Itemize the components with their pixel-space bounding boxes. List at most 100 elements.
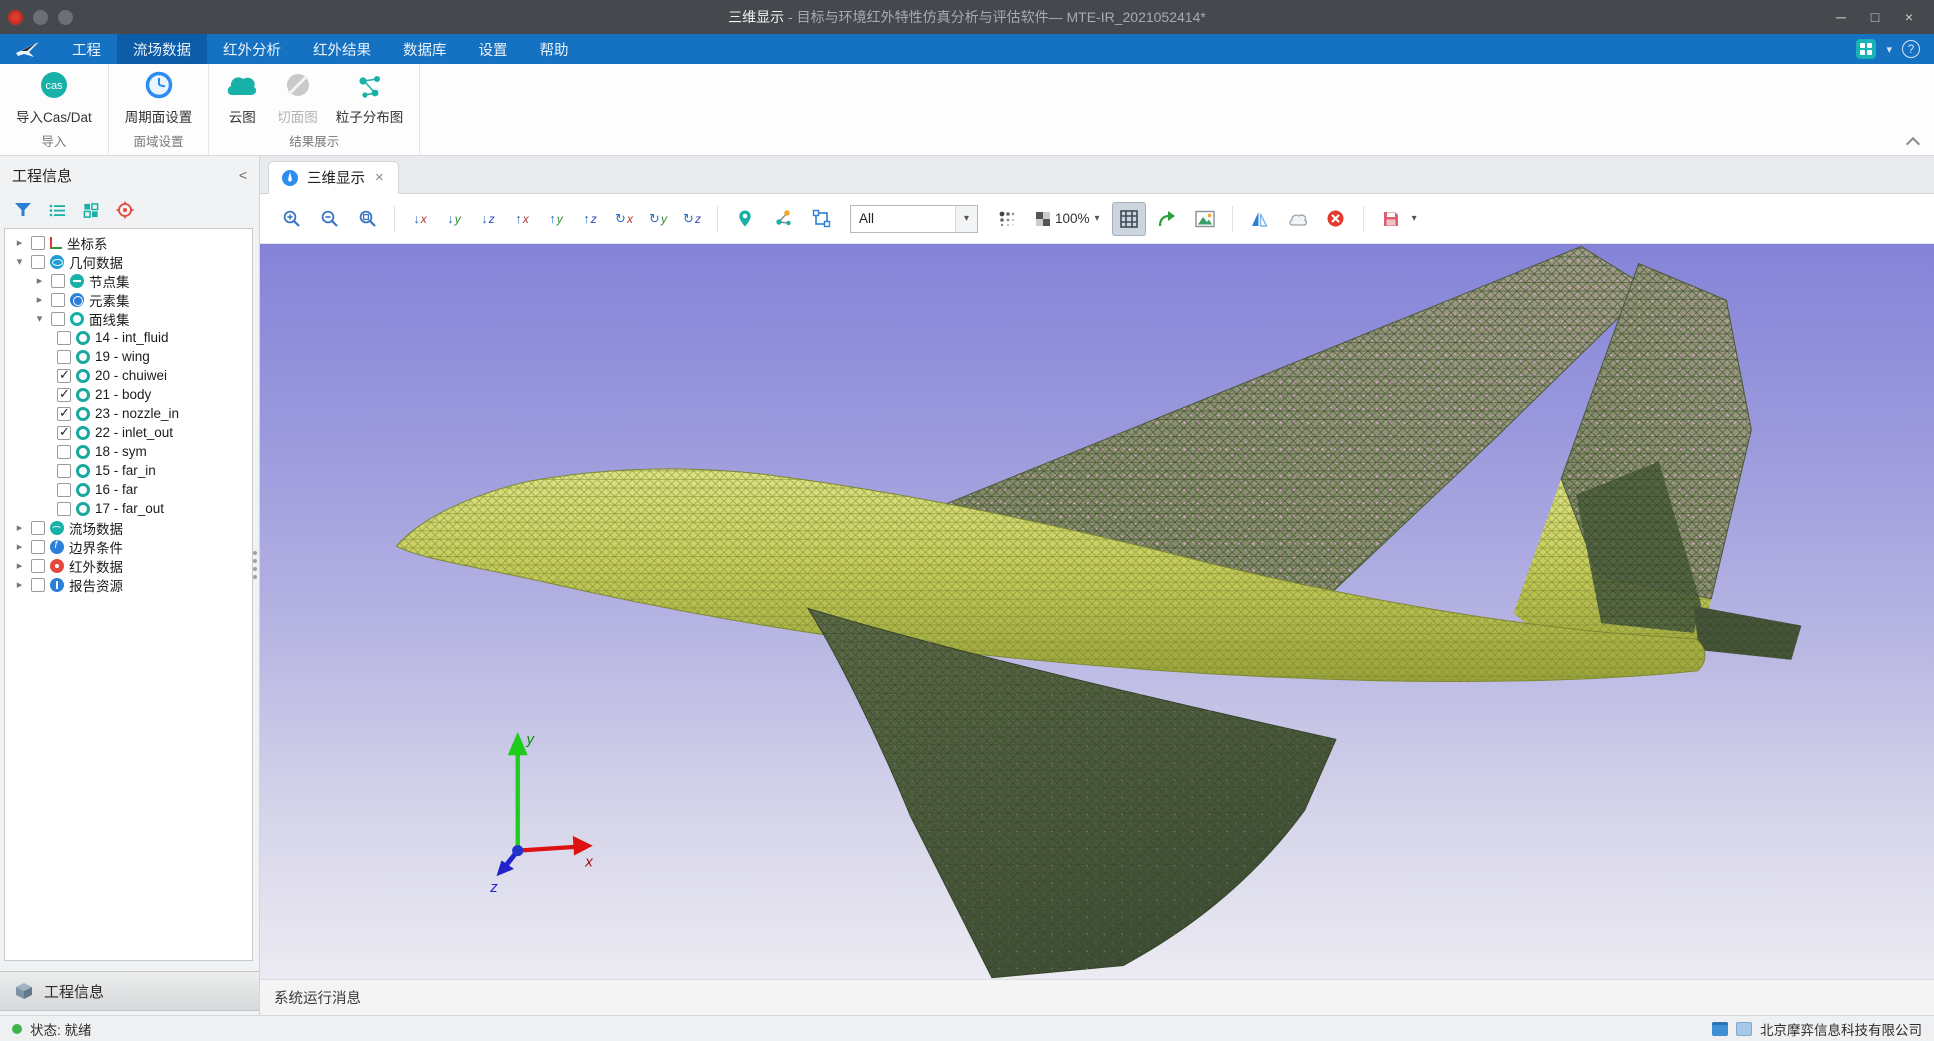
view-down-x-button[interactable]: ↓x xyxy=(405,202,435,236)
view-up-x-button[interactable]: ↑x xyxy=(507,202,537,236)
minimize-button[interactable]: ─ xyxy=(1824,3,1858,31)
menu-item-ir-results[interactable]: 红外结果 xyxy=(297,34,387,64)
checkbox[interactable] xyxy=(31,236,45,250)
clear-cancel-button[interactable] xyxy=(1319,202,1353,236)
probe-pin-button[interactable] xyxy=(728,202,762,236)
combo-caret-icon[interactable]: ▾ xyxy=(955,206,977,232)
expander-icon[interactable]: ▸ xyxy=(13,236,26,249)
checkbox[interactable] xyxy=(51,274,65,288)
tree-item-face-set[interactable]: ▾ 面线集 xyxy=(5,309,252,328)
grid-toggle-button[interactable] xyxy=(1112,202,1146,236)
help-icon[interactable]: ? xyxy=(1902,40,1920,58)
tree-item-infrared-data[interactable]: ▸ 红外数据 xyxy=(5,556,252,575)
checkbox[interactable] xyxy=(57,369,71,383)
tree-item-boundary-conditions[interactable]: ▸ 边界条件 xyxy=(5,537,252,556)
mirror-button[interactable] xyxy=(1243,202,1277,236)
checkbox[interactable] xyxy=(31,578,45,592)
expander-icon[interactable]: ▸ xyxy=(13,559,26,572)
tree-item-flowfield-data[interactable]: ▸ 流场数据 xyxy=(5,518,252,537)
app-menu-button[interactable] xyxy=(33,10,48,25)
view-up-z-button[interactable]: ↑z xyxy=(575,202,605,236)
zoom-level-control[interactable]: 100% ▾ xyxy=(1028,203,1108,235)
expander-icon[interactable]: ▾ xyxy=(13,255,26,268)
expander-icon[interactable]: ▸ xyxy=(13,521,26,534)
box-select-button[interactable] xyxy=(804,202,838,236)
tree-item-element-set[interactable]: ▸ 元素集 xyxy=(5,290,252,309)
halftone-button[interactable] xyxy=(990,202,1024,236)
save-view-button[interactable] xyxy=(1374,202,1408,236)
export-forward-button[interactable] xyxy=(1150,202,1184,236)
checkbox[interactable] xyxy=(57,445,71,459)
checkbox[interactable] xyxy=(31,540,45,554)
menu-item-ir-analysis[interactable]: 红外分析 xyxy=(207,34,297,64)
screenshot-image-button[interactable] xyxy=(1188,202,1222,236)
menu-item-flowfield-data[interactable]: 流场数据 xyxy=(117,34,207,64)
checkbox[interactable] xyxy=(57,407,71,421)
checkbox[interactable] xyxy=(57,502,71,516)
tree-item-surface[interactable]: 14 - int_fluid xyxy=(5,328,252,347)
checkbox[interactable] xyxy=(57,350,71,364)
checkbox[interactable] xyxy=(31,521,45,535)
tree-item-surface[interactable]: 20 - chuiwei xyxy=(5,366,252,385)
checkbox[interactable] xyxy=(31,255,45,269)
tree-item-surface[interactable]: 17 - far_out xyxy=(5,499,252,518)
menu-item-help[interactable]: 帮助 xyxy=(524,34,585,64)
checkbox[interactable] xyxy=(57,331,71,345)
tab-3d-display[interactable]: 三维显示 × xyxy=(268,161,399,194)
checkbox[interactable] xyxy=(31,559,45,573)
tab-close-icon[interactable]: × xyxy=(373,169,386,186)
slice-plot-button[interactable]: 切面图 xyxy=(269,68,326,129)
chevron-down-icon[interactable]: ▾ xyxy=(1886,43,1892,56)
menu-item-database[interactable]: 数据库 xyxy=(387,34,463,64)
import-cas-dat-button[interactable]: cas 导入Cas/Dat xyxy=(8,68,100,129)
list-view-icon[interactable] xyxy=(48,202,66,219)
expander-icon[interactable]: ▸ xyxy=(33,274,46,287)
zoom-in-button[interactable] xyxy=(274,202,308,236)
close-button[interactable]: × xyxy=(1892,3,1926,31)
tree-item-surface[interactable]: 23 - nozzle_in xyxy=(5,404,252,423)
periodic-surface-button[interactable]: 周期面设置 xyxy=(117,68,201,129)
tree-item-surface[interactable]: 19 - wing xyxy=(5,347,252,366)
rotate-y-button[interactable]: ↻y xyxy=(643,202,673,236)
view-up-y-button[interactable]: ↑y xyxy=(541,202,571,236)
splitter-handle[interactable] xyxy=(253,551,257,555)
project-info-footer-tab[interactable]: 工程信息 xyxy=(0,971,259,1011)
checkbox[interactable] xyxy=(57,426,71,440)
checkbox[interactable] xyxy=(51,293,65,307)
checkbox[interactable] xyxy=(51,312,65,326)
molecule-button[interactable] xyxy=(766,202,800,236)
zoom-fit-button[interactable] xyxy=(350,202,384,236)
checkbox[interactable] xyxy=(57,483,71,497)
expander-icon[interactable]: ▸ xyxy=(13,540,26,553)
zoom-caret-icon[interactable]: ▾ xyxy=(1095,213,1100,224)
particle-distribution-button[interactable]: 粒子分布图 xyxy=(328,68,412,129)
expander-icon[interactable]: ▸ xyxy=(13,578,26,591)
3d-viewport[interactable]: y x z xyxy=(260,244,1934,979)
display-filter-select[interactable]: All ▾ xyxy=(850,205,978,233)
tree-item-coordinate-system[interactable]: ▸ 坐标系 xyxy=(5,233,252,252)
checkbox[interactable] xyxy=(57,388,71,402)
tree-item-surface[interactable]: 15 - far_in xyxy=(5,461,252,480)
filter-icon[interactable] xyxy=(14,202,32,219)
expander-icon[interactable]: ▾ xyxy=(33,312,46,325)
window-layout-icon[interactable] xyxy=(1736,1022,1752,1036)
tree-item-surface[interactable]: 16 - far xyxy=(5,480,252,499)
checkbox[interactable] xyxy=(57,464,71,478)
tree-item-surface[interactable]: 22 - inlet_out xyxy=(5,423,252,442)
apps-grid-icon[interactable] xyxy=(1856,39,1876,59)
maximize-button[interactable]: □ xyxy=(1858,3,1892,31)
rotate-x-button[interactable]: ↻x xyxy=(609,202,639,236)
rotate-z-button[interactable]: ↻z xyxy=(677,202,707,236)
panel-layout-icon[interactable] xyxy=(1712,1022,1728,1036)
tree-item-node-set[interactable]: ▸ 节点集 xyxy=(5,271,252,290)
contour-plot-button[interactable]: 云图 xyxy=(217,68,267,129)
save-caret-icon[interactable]: ▾ xyxy=(1412,213,1417,224)
tree-item-report-resources[interactable]: ▸ 报告资源 xyxy=(5,575,252,594)
expander-icon[interactable]: ▸ xyxy=(33,293,46,306)
tree-item-surface[interactable]: 18 - sym xyxy=(5,442,252,461)
record-button[interactable] xyxy=(8,10,23,25)
menu-item-project[interactable]: 工程 xyxy=(56,34,117,64)
view-down-z-button[interactable]: ↓z xyxy=(473,202,503,236)
zoom-out-button[interactable] xyxy=(312,202,346,236)
app-options-button[interactable] xyxy=(58,10,73,25)
